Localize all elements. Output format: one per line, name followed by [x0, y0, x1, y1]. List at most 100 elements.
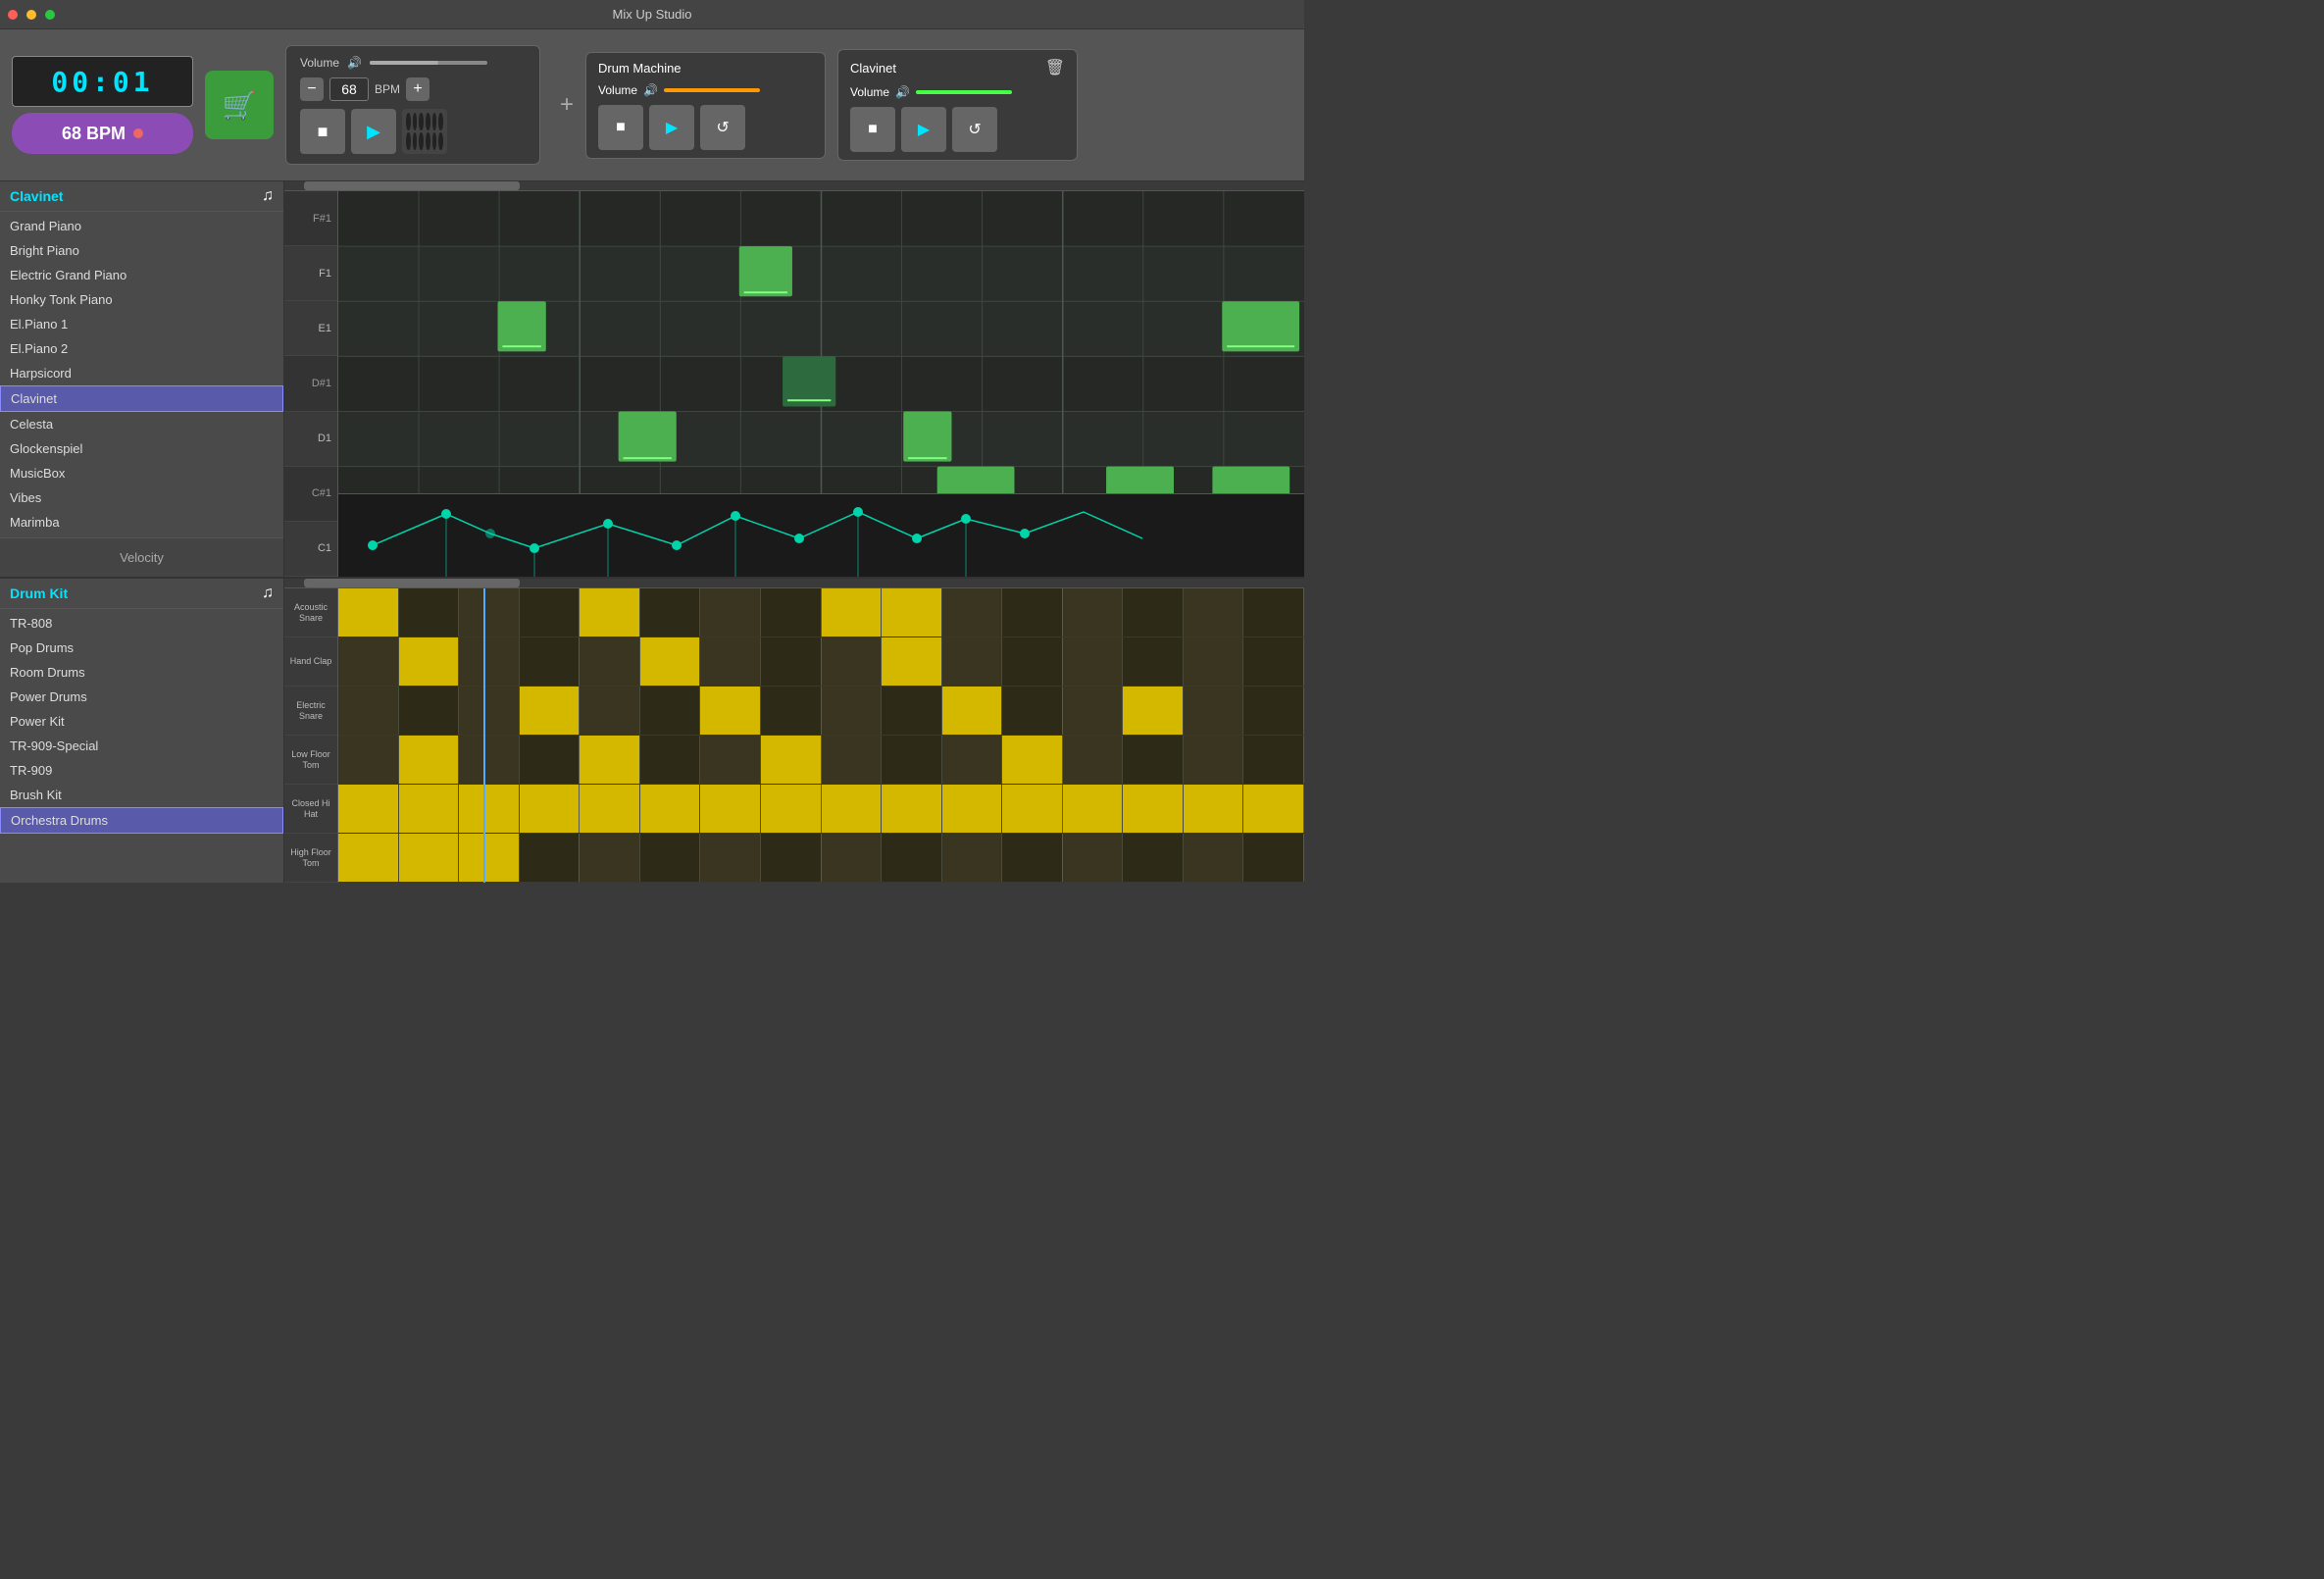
drum-cell[interactable] — [399, 834, 460, 882]
drum-cell[interactable] — [700, 687, 761, 735]
drum-cell[interactable] — [1002, 588, 1063, 637]
maximize-dot[interactable] — [45, 10, 55, 20]
piano-roll-scrollbar[interactable] — [284, 181, 1304, 191]
drum-cell[interactable] — [761, 785, 822, 833]
drum-cell[interactable] — [1123, 736, 1184, 784]
drum-cell[interactable] — [1063, 588, 1124, 637]
drum-cell[interactable] — [520, 834, 581, 882]
instrument-item[interactable]: Honky Tonk Piano — [0, 287, 283, 312]
drum-cell[interactable] — [1063, 834, 1124, 882]
instrument-item[interactable]: Clavinet — [0, 385, 283, 412]
drum-cell[interactable] — [700, 637, 761, 686]
drum-cell[interactable] — [399, 588, 460, 637]
drum-cell[interactable] — [459, 637, 520, 686]
drum-cell[interactable] — [1063, 637, 1124, 686]
drum-cell[interactable] — [459, 834, 520, 882]
drum-cell[interactable] — [822, 687, 883, 735]
close-dot[interactable] — [8, 10, 18, 20]
clavinet-volume-slider[interactable] — [916, 90, 1043, 94]
drum-cell[interactable] — [399, 785, 460, 833]
drum-cell[interactable] — [1184, 834, 1244, 882]
piano-roll-grid[interactable] — [338, 191, 1304, 577]
drum-cell[interactable] — [1243, 637, 1304, 686]
drum-cell[interactable] — [1063, 687, 1124, 735]
drum-stop-button[interactable]: ■ — [598, 105, 643, 150]
drum-cell[interactable] — [580, 785, 640, 833]
drum-cell[interactable] — [580, 736, 640, 784]
drum-cell[interactable] — [338, 687, 399, 735]
drum-cell[interactable] — [700, 785, 761, 833]
drum-cell[interactable] — [1123, 834, 1184, 882]
drum-cell[interactable] — [520, 687, 581, 735]
drum-volume-slider[interactable] — [664, 88, 791, 92]
drum-cell[interactable] — [882, 834, 942, 882]
drum-kit-item[interactable]: TR-909 — [0, 758, 283, 783]
drum-cell[interactable] — [580, 637, 640, 686]
drum-kit-item[interactable]: TR-909-Special — [0, 734, 283, 758]
drum-cell[interactable] — [942, 588, 1003, 637]
drum-cell[interactable] — [338, 736, 399, 784]
drum-kit-item[interactable]: Power Drums — [0, 685, 283, 709]
drum-cell[interactable] — [1002, 736, 1063, 784]
drum-cell[interactable] — [580, 687, 640, 735]
drum-cell[interactable] — [520, 736, 581, 784]
clavinet-loop-button[interactable]: ↺ — [952, 107, 997, 152]
drum-cell[interactable] — [1184, 687, 1244, 735]
drum-cell[interactable] — [942, 785, 1003, 833]
drum-cell[interactable] — [700, 736, 761, 784]
drum-scrollbar[interactable] — [284, 579, 1304, 588]
drum-cell[interactable] — [1063, 785, 1124, 833]
drum-kit-item[interactable]: TR-808 — [0, 611, 283, 636]
drum-cell[interactable] — [1184, 785, 1244, 833]
instrument-item[interactable]: Electric Grand Piano — [0, 263, 283, 287]
drum-cell[interactable] — [1123, 588, 1184, 637]
drum-cell[interactable] — [1002, 687, 1063, 735]
drum-cell[interactable] — [640, 736, 701, 784]
drum-cell[interactable] — [338, 637, 399, 686]
clavinet-stop-button[interactable]: ■ — [850, 107, 895, 152]
drum-cell[interactable] — [1184, 588, 1244, 637]
drum-cell[interactable] — [459, 588, 520, 637]
drum-cell[interactable] — [1123, 785, 1184, 833]
drum-cell[interactable] — [700, 588, 761, 637]
cart-button[interactable]: 🛒 — [205, 71, 274, 139]
drum-cell[interactable] — [399, 637, 460, 686]
drum-cell[interactable] — [1243, 785, 1304, 833]
drum-cell[interactable] — [399, 687, 460, 735]
drum-cell[interactable] — [1243, 834, 1304, 882]
drum-kit-item[interactable]: Room Drums — [0, 660, 283, 685]
drum-cell[interactable] — [822, 588, 883, 637]
instrument-item[interactable]: MusicBox — [0, 461, 283, 485]
drum-cell[interactable] — [761, 736, 822, 784]
add-track-button[interactable]: + — [560, 91, 574, 119]
instrument-item[interactable]: Marimba — [0, 510, 283, 535]
drum-cell[interactable] — [399, 736, 460, 784]
drum-cell[interactable] — [1063, 736, 1124, 784]
drum-play-button[interactable]: ▶ — [649, 105, 694, 150]
drum-cell[interactable] — [1184, 637, 1244, 686]
drum-cell[interactable] — [942, 637, 1003, 686]
clavinet-delete-icon[interactable]: 🗑 — [1045, 58, 1065, 77]
instrument-item[interactable]: Grand Piano — [0, 214, 283, 238]
instrument-item[interactable]: El.Piano 2 — [0, 336, 283, 361]
drum-kit-item[interactable]: Orchestra Drums — [0, 807, 283, 834]
instrument-item[interactable]: Vibes — [0, 485, 283, 510]
drum-cell[interactable] — [882, 687, 942, 735]
drum-cell[interactable] — [520, 785, 581, 833]
bpm-plus-button[interactable]: + — [406, 77, 429, 101]
drum-cell[interactable] — [1002, 637, 1063, 686]
drum-cell[interactable] — [1002, 785, 1063, 833]
drum-cell[interactable] — [942, 736, 1003, 784]
drum-kit-item[interactable]: Pop Drums — [0, 636, 283, 660]
drum-grid[interactable] — [338, 588, 1304, 883]
drum-cell[interactable] — [1123, 637, 1184, 686]
drum-cell[interactable] — [459, 736, 520, 784]
drum-cell[interactable] — [882, 785, 942, 833]
drum-cell[interactable] — [1002, 834, 1063, 882]
drum-cell[interactable] — [640, 588, 701, 637]
instrument-item[interactable]: Glockenspiel — [0, 436, 283, 461]
drum-cell[interactable] — [338, 834, 399, 882]
drum-cell[interactable] — [882, 588, 942, 637]
bpm-minus-button[interactable]: − — [300, 77, 324, 101]
drum-cell[interactable] — [580, 588, 640, 637]
